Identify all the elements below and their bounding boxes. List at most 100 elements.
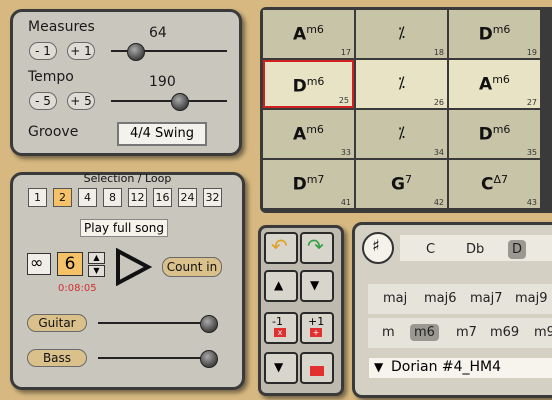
loop-count[interactable]: 6: [57, 252, 83, 276]
loop-length-button[interactable]: 8: [103, 188, 122, 207]
guitar-volume-track[interactable]: [98, 322, 208, 324]
bass-volume-knob[interactable]: [200, 350, 218, 368]
chord-cell[interactable]: G7 42: [356, 160, 447, 208]
chord-cell[interactable]: Am6 33: [263, 110, 354, 158]
chord-root: D: [478, 24, 493, 45]
chord-cell[interactable]: Dm6 35: [449, 110, 540, 158]
bass-volume-track[interactable]: [98, 357, 208, 359]
chord-symbol: Am6: [263, 123, 354, 145]
insert-down-button[interactable]: ▼: [300, 270, 334, 302]
tempo-slider-track[interactable]: [111, 100, 227, 102]
chord-cell[interactable]: CΔ7 43: [449, 160, 540, 208]
redo-button[interactable]: ↷: [300, 232, 334, 264]
tempo-slider-knob[interactable]: [171, 93, 189, 111]
chord-type-button[interactable]: m6: [410, 324, 439, 341]
bar-number: 26: [433, 98, 444, 107]
loop-length-button[interactable]: 2: [53, 188, 72, 207]
groove-select[interactable]: 4/4 Swing: [117, 122, 207, 146]
chord-symbol: Dm7: [263, 173, 354, 195]
insert-up-icon: ▲: [274, 278, 284, 292]
chord-symbol: Dm6: [449, 123, 540, 145]
loop-length-button[interactable]: 24: [178, 188, 197, 207]
play-full-song-button[interactable]: Play full song: [80, 219, 168, 237]
chord-type-button[interactable]: maj7: [470, 291, 503, 306]
loop-infinity-button[interactable]: ∞: [27, 253, 51, 275]
redo-icon: ↷: [307, 234, 324, 258]
count-in-button[interactable]: Count in: [162, 257, 222, 277]
bar-number: 43: [526, 198, 537, 207]
chord-cell[interactable]: Dm6 25: [263, 60, 354, 108]
chord-quality: m6: [492, 23, 511, 36]
measures-value: 64: [149, 25, 167, 41]
note-button[interactable]: D: [508, 240, 527, 259]
tempo-minus-button[interactable]: - 5: [29, 92, 57, 110]
copy-down-button[interactable]: ▼: [264, 352, 298, 384]
chord-type-button[interactable]: m69: [486, 324, 523, 341]
loop-length-button[interactable]: 4: [78, 188, 97, 207]
tempo-label: Tempo: [28, 69, 74, 85]
loop-length-button[interactable]: 12: [128, 188, 147, 207]
chord-cell[interactable]: ⁒ 18: [356, 10, 447, 58]
measures-minus-button[interactable]: - 1: [29, 42, 57, 60]
bar-number: 25: [338, 96, 349, 105]
chord-cell[interactable]: Am6 17: [263, 10, 354, 58]
transpose-down-label: -1: [272, 315, 283, 328]
groove-label: Groove: [28, 124, 79, 140]
copy-red-icon: [310, 366, 324, 376]
undo-icon: ↶: [271, 234, 288, 258]
chord-root: D: [292, 174, 307, 195]
chord-root: C: [480, 174, 494, 195]
measures-slider-knob[interactable]: [127, 43, 145, 61]
infinity-icon: ∞: [30, 253, 44, 272]
chord-symbol: Dm6: [265, 75, 352, 97]
guitar-volume-knob[interactable]: [200, 315, 218, 333]
loop-down-arrow-icon[interactable]: ▼: [88, 265, 105, 277]
selection-title: Selection / Loop: [83, 172, 172, 185]
chord-cell[interactable]: ⁒ 34: [356, 110, 447, 158]
measures-plus-button[interactable]: + 1: [67, 42, 95, 60]
chord-type-button[interactable]: maj6: [424, 291, 457, 306]
chord-symbol: ⁒: [356, 123, 447, 143]
loop-up-arrow-icon[interactable]: ▲: [88, 252, 105, 264]
loop-length-button[interactable]: 32: [203, 188, 222, 207]
insert-up-button[interactable]: ▲: [264, 270, 298, 302]
loop-length-button[interactable]: 1: [28, 188, 47, 207]
chord-type-button[interactable]: m: [378, 324, 399, 341]
guitar-button[interactable]: Guitar: [27, 314, 87, 332]
measures-label: Measures: [28, 19, 95, 35]
transpose-up-button[interactable]: +1 +: [300, 312, 334, 344]
note-button[interactable]: C: [422, 240, 439, 259]
chord-grid: Am6 17 ⁒ 18 Dm6 19 Dm6 25 ⁒ 26 Am6 27 Am6 33 ⁒ 34 Dm6 35 D…: [260, 7, 552, 213]
bar-number: 42: [433, 198, 444, 207]
chord-root: G: [391, 174, 405, 195]
chord-root: D: [478, 124, 493, 145]
chord-type-button[interactable]: m9: [530, 324, 552, 341]
transpose-up-label: +1: [308, 315, 325, 328]
chord-type-button[interactable]: m7: [452, 324, 481, 341]
repeat-icon: ⁒: [397, 123, 406, 142]
chord-cell[interactable]: Am6 27: [449, 60, 540, 108]
sharp-button[interactable]: ♯: [362, 232, 394, 264]
bar-number: 41: [340, 198, 351, 207]
chord-quality: m6: [306, 123, 324, 136]
chord-symbol: CΔ7: [449, 173, 540, 195]
bar-number: 33: [340, 148, 351, 157]
chord-type-button[interactable]: maj9: [515, 291, 548, 306]
sharp-icon: ♯: [372, 236, 380, 255]
note-button[interactable]: Db: [462, 240, 488, 259]
loop-length-button[interactable]: 16: [153, 188, 172, 207]
scale-select[interactable]: ▼ Dorian #4_HM4: [369, 358, 552, 378]
copy-red-button[interactable]: [300, 352, 334, 384]
bass-button[interactable]: Bass: [27, 349, 87, 367]
undo-button[interactable]: ↶: [264, 232, 298, 264]
chord-cell[interactable]: ⁒ 26: [356, 60, 447, 108]
time-display: 0:08:05: [58, 283, 97, 294]
transpose-down-button[interactable]: -1 x: [264, 312, 298, 344]
chord-cell[interactable]: Dm6 19: [449, 10, 540, 58]
chord-cell[interactable]: Dm7 41: [263, 160, 354, 208]
play-icon[interactable]: [114, 248, 152, 286]
tempo-plus-button[interactable]: + 5: [67, 92, 95, 110]
chord-quality: m7: [306, 173, 325, 186]
chord-type-button[interactable]: maj: [383, 291, 407, 306]
chord-symbol: Am6: [263, 23, 354, 45]
